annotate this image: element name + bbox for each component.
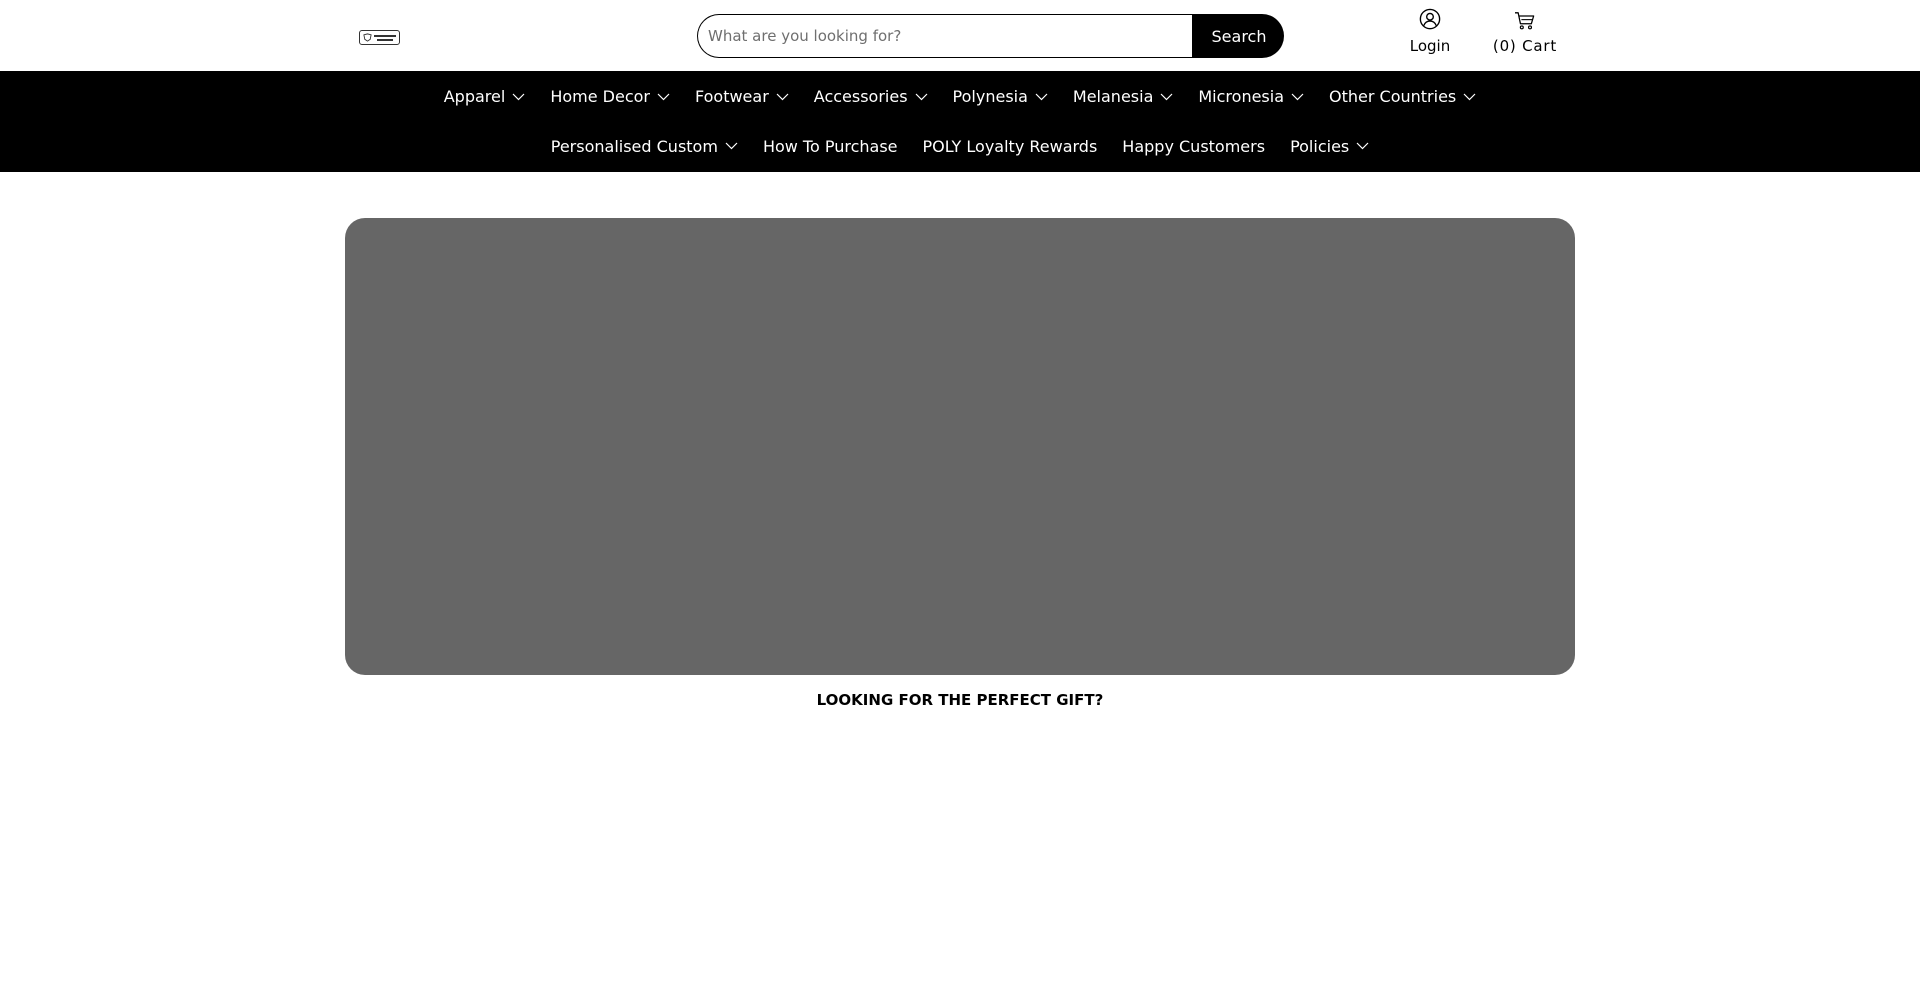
chevron-down-icon: [725, 142, 738, 150]
nav-item-label: Micronesia: [1198, 87, 1285, 106]
nav-item-label: Apparel: [443, 87, 506, 106]
cart-link[interactable]: (0) Cart: [1488, 11, 1562, 59]
nav-item-label: Happy Customers: [1122, 136, 1266, 156]
nav-item-accessories[interactable]: Accessories: [814, 87, 928, 106]
search-input[interactable]: [697, 14, 1192, 58]
nav-item-polynesia[interactable]: Polynesia: [953, 87, 1048, 106]
search-form: Search: [697, 14, 1284, 58]
chevron-down-icon: [915, 93, 927, 100]
logo-emblem-icon: [363, 33, 372, 42]
hero-banner-placeholder[interactable]: [345, 218, 1575, 675]
chevron-down-icon: [1035, 93, 1048, 100]
nav-item-melanesia[interactable]: Melanesia: [1073, 87, 1173, 106]
nav-item-label: POLY Loyalty Rewards: [922, 136, 1098, 156]
nav-item-label: Polynesia: [952, 87, 1028, 106]
nav-item-label: Accessories: [813, 87, 908, 106]
promo-heading: LOOKING FOR THE PERFECT GIFT?: [816, 691, 1104, 709]
nav-item-micronesia[interactable]: Micronesia: [1198, 87, 1304, 106]
search-button[interactable]: Search: [1192, 14, 1284, 58]
login-label: Login: [1409, 37, 1451, 55]
cart-icon: [1515, 12, 1535, 30]
nav-item-other-countries[interactable]: Other Countries: [1329, 87, 1476, 106]
nav-item-personalised-custom[interactable]: Personalised Custom: [551, 137, 738, 156]
nav-item-footwear[interactable]: Footwear: [695, 87, 789, 106]
nav-row-secondary: Personalised Custom How To Purchase POLY…: [0, 121, 1920, 171]
chevron-down-icon: [512, 93, 525, 100]
nav-item-label: Other Countries: [1329, 87, 1457, 106]
nav-item-policies[interactable]: Policies: [1290, 137, 1369, 156]
chevron-down-icon: [1463, 93, 1476, 100]
chevron-down-icon: [1356, 142, 1369, 150]
cart-label: (0) Cart: [1492, 37, 1558, 55]
user-circle-icon: [1419, 8, 1441, 30]
nav-item-happy-customers[interactable]: Happy Customers: [1122, 137, 1265, 156]
site-header: Search Login (0) Cart: [0, 0, 1920, 71]
brand-logo-icon[interactable]: [359, 30, 400, 45]
chevron-down-icon: [1291, 93, 1304, 100]
nav-item-label: Policies: [1290, 136, 1350, 156]
main-navigation: Apparel Home Decor Footwear Accessories …: [0, 71, 1920, 172]
chevron-down-icon: [776, 93, 789, 100]
nav-item-label: Personalised Custom: [550, 136, 718, 156]
login-link[interactable]: Login: [1400, 8, 1460, 60]
chevron-down-icon: [1160, 93, 1173, 100]
nav-item-label: Melanesia: [1072, 87, 1154, 106]
nav-item-apparel[interactable]: Apparel: [444, 87, 526, 106]
nav-item-poly-loyalty-rewards[interactable]: POLY Loyalty Rewards: [923, 137, 1098, 156]
nav-item-label: How To Purchase: [762, 136, 898, 156]
nav-item-label: Footwear: [694, 87, 769, 106]
chevron-down-icon: [657, 93, 670, 100]
nav-row-primary: Apparel Home Decor Footwear Accessories …: [0, 71, 1920, 121]
nav-item-home-decor[interactable]: Home Decor: [550, 87, 670, 106]
nav-item-label: Home Decor: [550, 87, 650, 106]
nav-item-how-to-purchase[interactable]: How To Purchase: [763, 137, 898, 156]
logo-wordmark: [374, 34, 396, 41]
